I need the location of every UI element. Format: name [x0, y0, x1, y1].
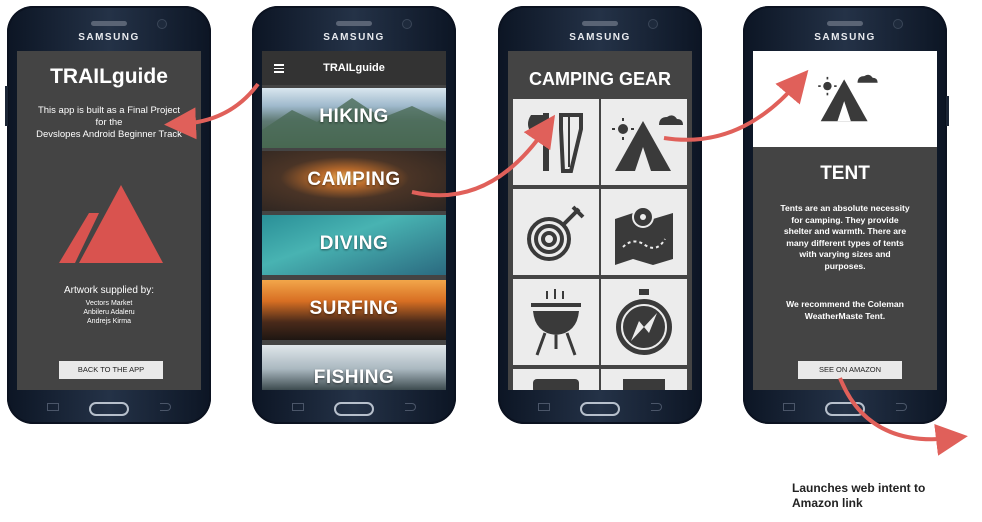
category-label: FISHING: [313, 367, 395, 388]
home-button[interactable]: [825, 402, 865, 416]
back-key[interactable]: [651, 403, 662, 411]
volume-button: [5, 86, 8, 126]
rope-icon: [527, 205, 585, 261]
category-hiking[interactable]: HIKING: [262, 88, 446, 148]
power-button: [946, 96, 949, 126]
gear-tile-grill[interactable]: [513, 279, 599, 365]
item-description: Tents are an absolute necessity for camp…: [780, 203, 910, 271]
artist-name: Anbileru Adaleru: [83, 309, 135, 316]
artwork-heading: Artwork supplied by:: [63, 285, 155, 296]
detail-screen: TENT Tents are an absolute necessity for…: [753, 51, 937, 390]
item-name: TENT: [820, 163, 870, 184]
about-title: TRAILguide: [50, 65, 168, 88]
item-recommendation: We recommend the Coleman WeatherMaste Te…: [786, 299, 904, 321]
brand-label: SAMSUNG: [569, 32, 631, 43]
phone-gear: SAMSUNG CAMPING GEAR: [498, 6, 702, 424]
map-icon: [615, 206, 673, 265]
flow-caption: Launches web intent to Amazon link: [792, 481, 926, 510]
app-toolbar: TRAILguide: [262, 51, 446, 85]
category-label: HIKING: [319, 106, 389, 127]
sleeping-bag-icon: [533, 379, 579, 390]
tent-icon: [818, 74, 878, 122]
front-camera: [648, 19, 658, 29]
speaker-grille: [827, 21, 863, 26]
gear-tile-rope[interactable]: [513, 189, 599, 275]
category-surfing[interactable]: SURFING: [262, 280, 446, 340]
categories-screen: TRAILguide HIKING CAMPING DIVING SURFING…: [262, 51, 446, 390]
phone-about: SAMSUNG TRAILguide This app is built as …: [5, 6, 211, 424]
artist-list: Vectors Market Anbileru Adaleru Andrejs …: [17, 299, 201, 326]
recent-apps-key[interactable]: [538, 403, 550, 411]
category-camping[interactable]: CAMPING: [262, 151, 446, 211]
home-button[interactable]: [580, 402, 620, 416]
recent-apps-key[interactable]: [47, 403, 59, 411]
category-diving[interactable]: DIVING: [262, 215, 446, 275]
gear-tile-sleeping-bag[interactable]: [513, 369, 599, 390]
back-to-app-button[interactable]: BACK TO THE APP: [59, 361, 163, 379]
gear-tile-compass[interactable]: [601, 279, 687, 365]
see-on-amazon-button[interactable]: SEE ON AMAZON: [798, 361, 902, 379]
home-button[interactable]: [334, 402, 374, 416]
toolbar-title: TRAILguide: [323, 62, 385, 74]
lantern-icon: [623, 379, 665, 390]
gear-title: CAMPING GEAR: [528, 69, 671, 89]
recent-apps-key[interactable]: [783, 403, 795, 411]
front-camera: [402, 19, 412, 29]
phone-categories: SAMSUNG TRAILguide HIKING CAMPING DIVING…: [252, 6, 456, 424]
gear-tile-tent[interactable]: [601, 99, 687, 185]
speaker-grille: [336, 21, 372, 26]
tent-icon: [612, 115, 683, 171]
brand-label: SAMSUNG: [814, 32, 876, 43]
gear-screen: CAMPING GEAR: [508, 51, 692, 390]
gear-tile-axe-saw[interactable]: [513, 99, 599, 185]
recent-apps-key[interactable]: [292, 403, 304, 411]
back-key[interactable]: [160, 403, 171, 411]
axe-saw-icon: [528, 113, 583, 173]
back-key[interactable]: [405, 403, 416, 411]
artist-name: Vectors Market: [85, 300, 133, 307]
category-label: CAMPING: [307, 169, 401, 190]
gear-tile-map[interactable]: [601, 189, 687, 275]
item-hero-image: [753, 51, 937, 147]
front-camera: [893, 19, 903, 29]
compass-icon: [616, 289, 672, 355]
brand-label: SAMSUNG: [323, 32, 385, 43]
back-key[interactable]: [896, 403, 907, 411]
about-description: This app is built as a Final Project for…: [36, 105, 182, 140]
category-fishing[interactable]: FISHING: [262, 345, 446, 390]
grill-icon: [531, 289, 581, 356]
front-camera: [157, 19, 167, 29]
about-screen: TRAILguide This app is built as a Final …: [17, 51, 201, 390]
phone-detail: SAMSUNG TENT Tents are an absolute neces…: [743, 6, 949, 424]
home-button[interactable]: [89, 402, 129, 416]
artist-name: Andrejs Kirma: [87, 318, 131, 325]
speaker-grille: [91, 21, 127, 26]
brand-label: SAMSUNG: [78, 32, 140, 43]
category-label: SURFING: [309, 298, 399, 319]
speaker-grille: [582, 21, 618, 26]
category-label: DIVING: [319, 233, 389, 254]
gear-tile-lantern[interactable]: [601, 369, 687, 390]
mountain-logo-icon: [59, 185, 163, 263]
